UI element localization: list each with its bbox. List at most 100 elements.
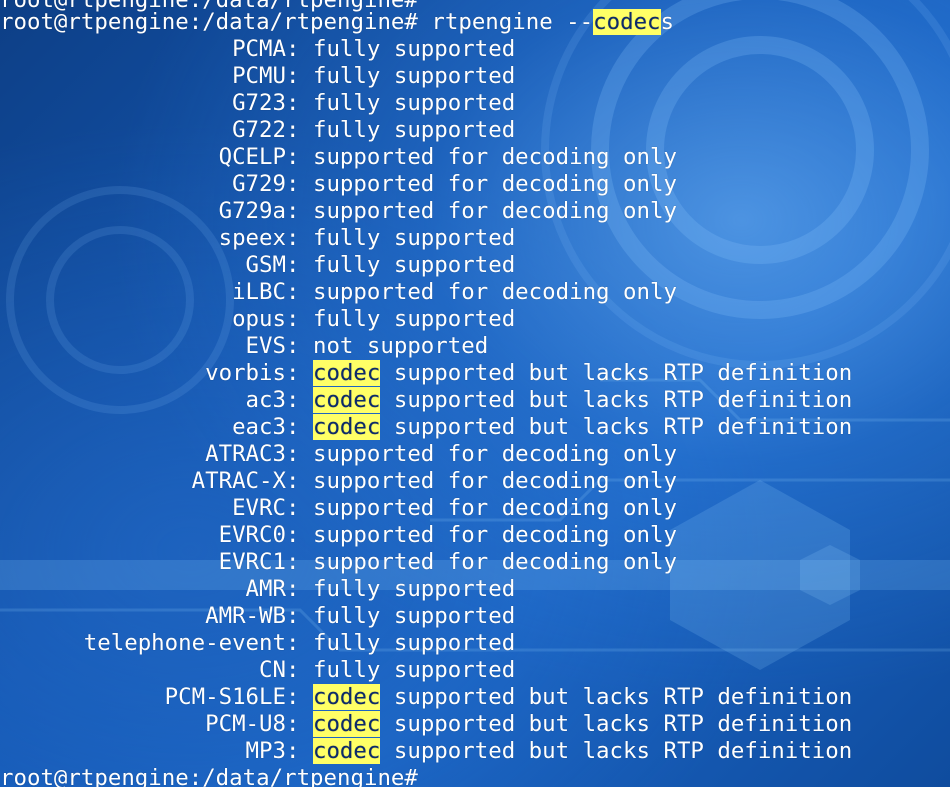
codec-status: fully supported — [312, 225, 516, 251]
codec-row: G722: fully supported — [0, 117, 515, 144]
codec-status-highlight: codec — [312, 738, 381, 764]
codec-row: CN: fully supported — [0, 657, 515, 684]
codec-status: fully supported — [312, 306, 516, 332]
codec-status-highlight: codec — [312, 360, 381, 386]
codec-separator: : — [286, 225, 313, 251]
codec-row: eac3: codec supported but lacks RTP defi… — [0, 414, 852, 441]
codec-status: supported but lacks RTP definition — [380, 711, 853, 737]
codec-name: ATRAC-X — [191, 468, 286, 494]
codec-status: supported but lacks RTP definition — [380, 684, 853, 710]
codec-separator: : — [286, 360, 313, 386]
codec-name: AMR-WB — [205, 603, 286, 629]
codec-status: supported for decoding only — [312, 468, 677, 494]
codec-name: PCM-U8 — [205, 711, 286, 737]
codec-separator: : — [286, 117, 313, 143]
codec-name: EVRC0 — [218, 522, 286, 548]
codec-row: PCMU: fully supported — [0, 63, 515, 90]
codec-name: EVRC — [232, 495, 286, 521]
codec-row: EVRC: supported for decoding only — [0, 495, 677, 522]
codec-status: supported for decoding only — [312, 144, 677, 170]
codec-row: opus: fully supported — [0, 306, 515, 333]
codec-name: telephone-event — [83, 630, 286, 656]
codec-status: fully supported — [312, 576, 516, 602]
codec-row: AMR-WB: fully supported — [0, 603, 515, 630]
codec-name: G723 — [232, 90, 286, 116]
codec-status: supported for decoding only — [312, 522, 677, 548]
codec-name: iLBC — [232, 279, 286, 305]
codec-separator: : — [286, 495, 313, 521]
codec-separator: : — [286, 144, 313, 170]
codec-status: fully supported — [312, 603, 516, 629]
command-text: rtpengine -- — [431, 9, 594, 35]
codec-status: fully supported — [312, 252, 516, 278]
codec-name: PCM-S16LE — [164, 684, 286, 710]
codec-status: supported for decoding only — [312, 549, 677, 575]
codec-row: EVS: not supported — [0, 333, 489, 360]
codec-name: EVRC1 — [218, 549, 286, 575]
codec-row: ATRAC3: supported for decoding only — [0, 441, 677, 468]
codec-name: opus — [232, 306, 286, 332]
codec-row: PCM-U8: codec supported but lacks RTP de… — [0, 711, 852, 738]
codec-status: supported but lacks RTP definition — [380, 360, 853, 386]
codec-status: fully supported — [312, 630, 516, 656]
codec-separator: : — [286, 468, 313, 494]
codec-separator: : — [286, 63, 313, 89]
codec-status: supported for decoding only — [312, 279, 677, 305]
codec-status: supported for decoding only — [312, 495, 677, 521]
codec-row: telephone-event: fully supported — [0, 630, 515, 657]
codec-row: G729: supported for decoding only — [0, 171, 677, 198]
codec-status-highlight: codec — [312, 387, 381, 413]
codec-name: vorbis — [205, 360, 286, 386]
search-highlight: codec — [593, 9, 661, 35]
codec-row: G723: fully supported — [0, 90, 515, 117]
command-prompt: root@rtpengine:/data/rtpengine# — [0, 9, 432, 35]
codec-name: GSM — [245, 252, 286, 278]
codec-name: AMR — [245, 576, 286, 602]
codec-status: fully supported — [312, 90, 516, 116]
codec-separator: : — [286, 657, 313, 683]
codec-status: supported but lacks RTP definition — [380, 414, 853, 440]
codec-separator: : — [286, 279, 313, 305]
codec-name: EVS — [245, 333, 286, 359]
codec-row: GSM: fully supported — [0, 252, 516, 279]
codec-status: fully supported — [312, 117, 516, 143]
codec-status: not supported — [312, 333, 489, 359]
codec-name: G729a — [218, 198, 286, 224]
codec-name: ac3 — [245, 387, 286, 413]
terminal-window[interactable]: root@rtpengine:/data/rtpengine# root@rtp… — [0, 0, 950, 787]
codec-status: fully supported — [312, 36, 516, 62]
codec-row: EVRC0: supported for decoding only — [0, 522, 677, 549]
codec-separator: : — [286, 333, 313, 359]
codec-separator: : — [286, 738, 313, 764]
codec-separator: : — [286, 684, 313, 710]
codec-status: fully supported — [312, 657, 516, 683]
codec-row: G729a: supported for decoding only — [0, 198, 677, 225]
codec-status-highlight: codec — [312, 684, 381, 710]
command-tail: s — [660, 9, 675, 35]
codec-separator: : — [286, 90, 313, 116]
codec-row: MP3: codec supported but lacks RTP defin… — [0, 738, 852, 765]
codec-row: ATRAC-X: supported for decoding only — [0, 468, 677, 495]
codec-row: AMR: fully supported — [0, 576, 516, 603]
codec-name: ATRAC3 — [205, 441, 286, 467]
codec-separator: : — [286, 414, 313, 440]
codec-status: supported for decoding only — [312, 198, 677, 224]
codec-separator: : — [286, 171, 313, 197]
codec-status: supported for decoding only — [312, 441, 677, 467]
codec-separator: : — [286, 252, 313, 278]
codec-separator: : — [286, 522, 313, 548]
codec-separator: : — [286, 576, 313, 602]
codec-row: ac3: codec supported but lacks RTP defin… — [0, 387, 852, 414]
codec-separator: : — [286, 549, 313, 575]
end-prompt-line[interactable]: root@rtpengine:/data/rtpengine# — [0, 765, 418, 787]
codec-name: MP3 — [245, 738, 286, 764]
codec-name: speex — [218, 225, 286, 251]
codec-name: PCMA — [232, 36, 286, 62]
codec-separator: : — [286, 36, 313, 62]
codec-separator: : — [286, 387, 313, 413]
codec-status: supported but lacks RTP definition — [380, 387, 853, 413]
command-line: root@rtpengine:/data/rtpengine# rtpengin… — [0, 9, 674, 36]
codec-name: G729 — [232, 171, 286, 197]
codec-row: iLBC: supported for decoding only — [0, 279, 677, 306]
codec-status-highlight: codec — [312, 414, 381, 440]
